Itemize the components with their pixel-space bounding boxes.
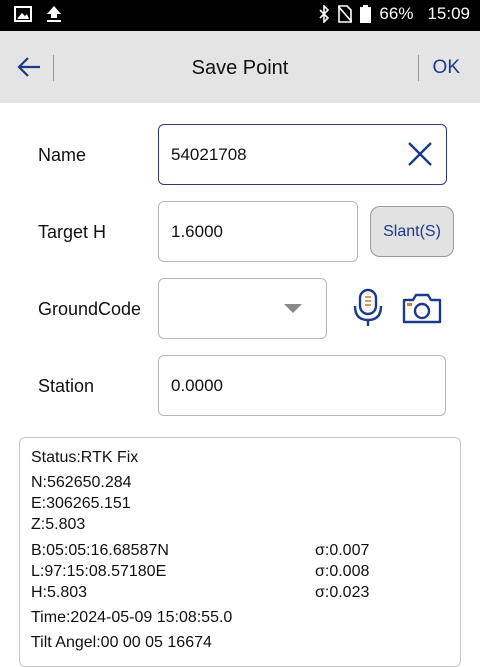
clock: 15:09 (427, 4, 470, 23)
position-info-panel: Status:RTK Fix N:562650.284 E:306265.151… (19, 437, 461, 667)
clear-icon[interactable] (406, 140, 434, 168)
sigma-latitude: σ:0.007 (315, 542, 370, 559)
name-value: 54021708 (171, 144, 247, 164)
station-input[interactable]: 0.0000 (158, 355, 446, 416)
divider (418, 55, 419, 81)
name-label: Name (38, 145, 87, 165)
target-h-input[interactable]: 1.6000 (158, 201, 358, 262)
status-bar: 66% 15:09 (0, 0, 480, 31)
battery-percent: 66% (379, 4, 414, 23)
battery-icon (360, 5, 372, 23)
time-value: Time:2024-05-09 15:08:55.0 (31, 609, 233, 626)
groundcode-dropdown[interactable] (158, 278, 327, 339)
image-notification-icon (14, 6, 32, 22)
target-h-label: Target H (38, 222, 107, 242)
bluetooth-icon (319, 5, 330, 23)
title-bar: Save Point OK (0, 31, 480, 103)
camera-icon[interactable] (402, 292, 442, 324)
station-value: 0.0000 (171, 375, 223, 395)
easting-value: E:306265.151 (31, 495, 131, 512)
latitude-value: B:05:05:16.68587N (31, 542, 169, 559)
slant-button[interactable]: Slant(S) (370, 206, 454, 257)
longitude-value: L:97:15:08.57180E (31, 563, 167, 580)
microphone-icon[interactable] (352, 288, 384, 328)
page-title: Save Point (191, 57, 289, 79)
sigma-longitude: σ:0.008 (315, 563, 370, 580)
status-text: Status:RTK Fix (31, 449, 139, 466)
sigma-height: σ:0.023 (315, 584, 370, 601)
northing-value: N:562650.284 (31, 474, 132, 491)
upload-icon (47, 6, 61, 22)
no-sim-icon (338, 5, 353, 23)
height-value: H:5.803 (31, 584, 88, 601)
target-h-value: 1.6000 (171, 221, 223, 241)
elevation-z-value: Z:5.803 (31, 516, 86, 533)
chevron-down-icon (284, 304, 302, 313)
groundcode-label: GroundCode (38, 299, 142, 319)
station-label: Station (38, 376, 95, 396)
name-input[interactable]: 54021708 (158, 124, 447, 185)
ok-button[interactable]: OK (433, 57, 460, 79)
tilt-angle-value: Tilt Angel:00 00 05 16674 (31, 634, 212, 651)
